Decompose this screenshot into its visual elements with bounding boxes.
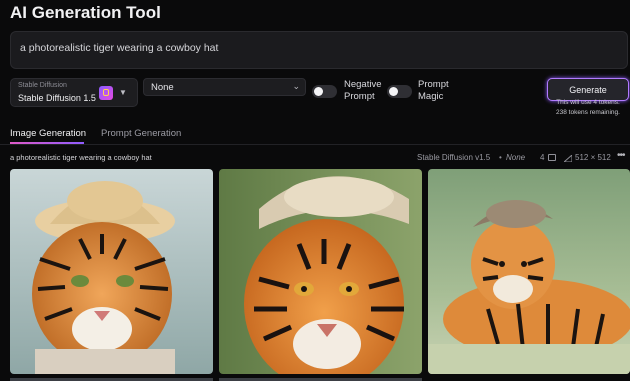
token-cost-note: This will use 4 tokens. (556, 99, 620, 106)
more-options-icon[interactable]: ••• (617, 150, 625, 161)
tab-image-generation[interactable]: Image Generation (10, 128, 86, 139)
toggle-knob (314, 87, 323, 96)
model-select-caption: Stable Diffusion (18, 82, 67, 89)
toggle-knob (389, 87, 398, 96)
generated-image-2[interactable] (219, 169, 422, 374)
model-select[interactable]: Stable Diffusion Stable Diffusion 1.5 ▼ (10, 78, 138, 107)
negative-prompt-label: Negative Prompt (344, 79, 382, 102)
negative-prompt-toggle[interactable] (312, 85, 337, 98)
tokens-remaining-note: 238 tokens remaining. (556, 109, 620, 116)
image-count-icon (548, 154, 556, 161)
model-select-value: Stable Diffusion 1.5 (18, 93, 96, 103)
generation-prompt: a photorealistic tiger wearing a cowboy … (10, 153, 152, 162)
tiger-lying-image (428, 169, 630, 374)
model-badge-icon (99, 86, 113, 100)
image-size: 512 × 512 (575, 153, 611, 162)
prompt-magic-toggle[interactable] (387, 85, 412, 98)
tiger-closeup-image (219, 169, 422, 374)
tabs-divider (0, 144, 630, 145)
generation-sampler: None (506, 153, 526, 162)
chevron-down-icon: ⌄ (292, 81, 300, 91)
prompt-field[interactable] (10, 31, 628, 69)
prompt-input[interactable] (18, 41, 622, 55)
tiger-portrait-image (10, 169, 213, 374)
prompt-magic-label: Prompt Magic (418, 79, 449, 102)
generated-image-1[interactable] (10, 169, 213, 374)
app-title: AI Generation Tool (10, 3, 161, 22)
tab-prompt-generation[interactable]: Prompt Generation (101, 128, 181, 139)
image-size-icon (564, 155, 572, 162)
caret-down-icon[interactable]: ▼ (119, 88, 127, 97)
generate-button[interactable]: Generate (547, 78, 629, 101)
style-select-value: None (151, 82, 174, 93)
generation-model: Stable Diffusion v1.5 (417, 153, 491, 162)
meta-separator: • (499, 153, 502, 162)
style-select[interactable]: None ⌄ (143, 78, 306, 96)
generated-image-3[interactable] (428, 169, 630, 374)
image-count: 4 (540, 153, 545, 162)
